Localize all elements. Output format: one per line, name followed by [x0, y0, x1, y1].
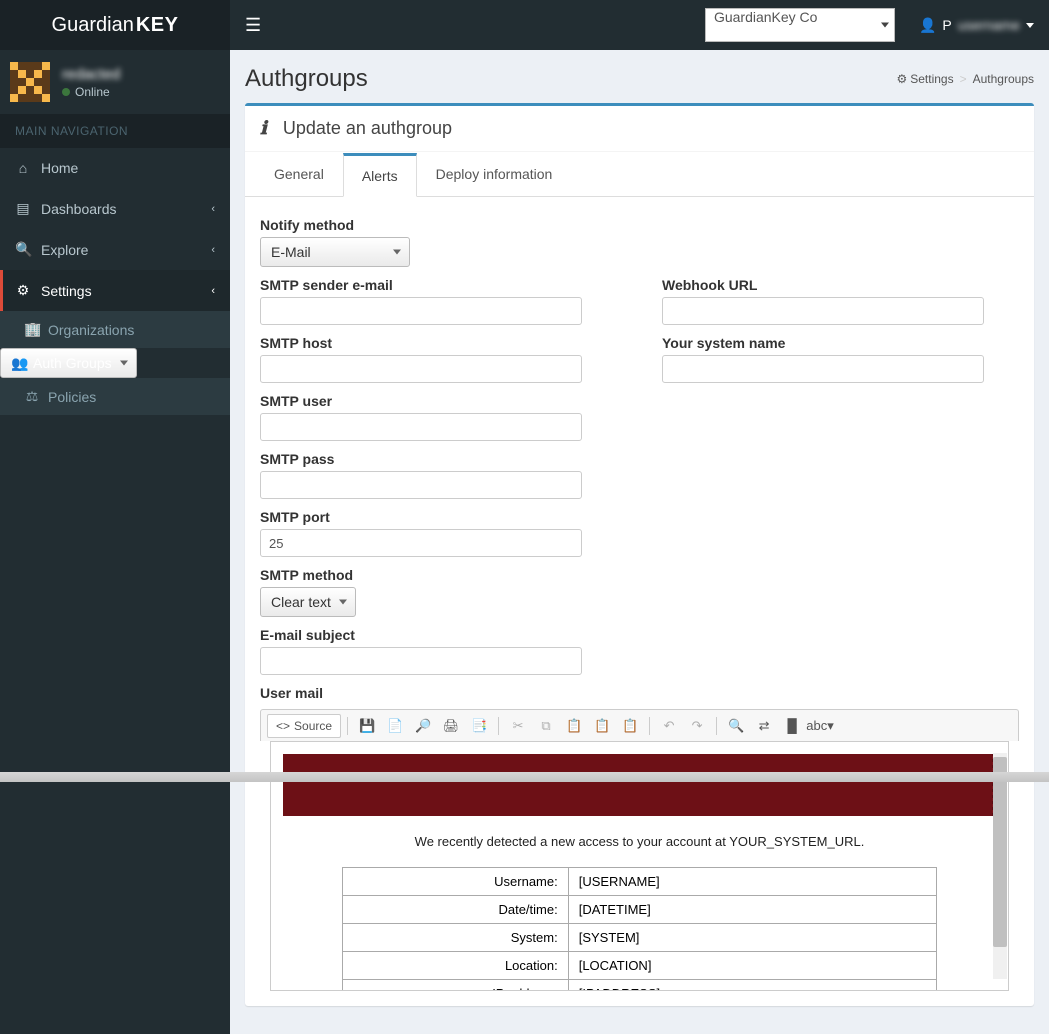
- templates-icon[interactable]: 📑: [466, 714, 492, 738]
- table-row: Location:[LOCATION]: [343, 952, 937, 980]
- save-icon[interactable]: 💾: [354, 714, 380, 738]
- sidebar-toggle-icon[interactable]: ☰: [245, 15, 261, 36]
- sidebar-subitem-authgroups[interactable]: 👥Auth Groups: [0, 348, 137, 378]
- email-subject-input[interactable]: [260, 647, 582, 675]
- page-title: Authgroups: [245, 65, 368, 93]
- tab-deploy[interactable]: Deploy information: [417, 153, 572, 197]
- user-icon: 👤: [919, 17, 936, 34]
- chevron-left-icon: ‹: [211, 285, 215, 297]
- user-mail-label: User mail: [260, 685, 1019, 701]
- smtp-user-input[interactable]: [260, 413, 582, 441]
- smtp-method-select[interactable]: Clear text: [260, 587, 356, 617]
- alert-banner: [283, 754, 996, 816]
- smtp-sender-label: SMTP sender e-mail: [260, 277, 582, 293]
- user-initial: P: [942, 17, 951, 33]
- sidebar-subitem-organizations[interactable]: 🏢Organizations: [0, 311, 230, 348]
- separator-bar: [0, 772, 1049, 782]
- redo-icon[interactable]: ↷: [684, 714, 710, 738]
- smtp-user-label: SMTP user: [260, 393, 582, 409]
- table-row: Date/time:[DATETIME]: [343, 896, 937, 924]
- tab-alerts[interactable]: Alerts: [343, 153, 417, 197]
- online-dot-icon: [62, 88, 70, 96]
- smtp-host-input[interactable]: [260, 355, 582, 383]
- brand-logo[interactable]: GuardianKEY: [0, 0, 230, 50]
- copy-icon[interactable]: ⧉: [533, 714, 559, 738]
- brand-second: KEY: [136, 14, 179, 37]
- caret-down-icon: [1026, 23, 1034, 28]
- breadcrumb-sep: >: [960, 72, 967, 86]
- chevron-left-icon: ‹: [211, 244, 215, 256]
- nav-section-header: MAIN NAVIGATION: [0, 114, 230, 148]
- tab-general[interactable]: General: [255, 153, 343, 197]
- tabs: General Alerts Deploy information: [245, 152, 1034, 197]
- system-name-input[interactable]: [662, 355, 984, 383]
- search-icon: 🔍: [15, 241, 31, 258]
- email-subject-label: E-mail subject: [260, 627, 582, 643]
- building-icon: 🏢: [24, 321, 40, 338]
- box-authgroup: Update an authgroup General Alerts Deplo…: [245, 103, 1034, 1006]
- home-icon: ⌂: [15, 160, 31, 176]
- box-header: Update an authgroup: [245, 106, 1034, 152]
- smtp-host-label: SMTP host: [260, 335, 582, 351]
- smtp-port-label: SMTP port: [260, 509, 582, 525]
- user-name-blurred: username: [958, 17, 1020, 33]
- avatar: [10, 62, 50, 102]
- editor-scrollbar[interactable]: [993, 753, 1007, 979]
- print-icon[interactable]: 🖨: [438, 714, 464, 738]
- brand-first: Guardian: [52, 14, 134, 37]
- scales-icon: ⚖: [24, 388, 40, 405]
- detect-text: We recently detected a new access to you…: [283, 834, 996, 849]
- table-row: Username:[USERNAME]: [343, 868, 937, 896]
- paste-word-icon[interactable]: 📋: [617, 714, 643, 738]
- webhook-url-label: Webhook URL: [662, 277, 984, 293]
- sidebar-item-explore[interactable]: 🔍Explore‹: [0, 229, 230, 270]
- dashboard-icon: ▤: [15, 200, 31, 217]
- table-row: System:[SYSTEM]: [343, 924, 937, 952]
- notify-method-select[interactable]: E-Mail: [260, 237, 410, 267]
- user-menu[interactable]: 👤 Pusername: [919, 17, 1034, 34]
- editor-source-button[interactable]: <>Source: [267, 714, 341, 738]
- sidebar-item-settings[interactable]: ⚙Settings‹: [0, 270, 230, 311]
- sidebar-item-dashboards[interactable]: ▤Dashboards‹: [0, 188, 230, 229]
- sidebar: redacted Online MAIN NAVIGATION ⌂Home ▤D…: [0, 50, 230, 1034]
- spellcheck-icon[interactable]: abc▾: [807, 714, 833, 738]
- smtp-port-input[interactable]: [260, 529, 582, 557]
- new-page-icon[interactable]: 📄: [382, 714, 408, 738]
- preview-icon[interactable]: 🔎: [410, 714, 436, 738]
- selectall-icon[interactable]: █: [779, 714, 805, 738]
- breadcrumb: Settings > Authgroups: [896, 72, 1034, 86]
- find-icon[interactable]: 🔍: [723, 714, 749, 738]
- users-icon: 👥: [11, 355, 27, 372]
- cut-icon[interactable]: ✂: [505, 714, 531, 738]
- undo-icon[interactable]: ↶: [656, 714, 682, 738]
- status-badge: Online: [62, 85, 120, 99]
- user-panel: redacted Online: [0, 50, 230, 114]
- code-icon: <>: [276, 719, 290, 733]
- smtp-pass-label: SMTP pass: [260, 451, 582, 467]
- breadcrumb-settings[interactable]: Settings: [896, 72, 953, 86]
- gear-icon: ⚙: [15, 282, 31, 299]
- organization-select[interactable]: GuardianKey Co: [705, 8, 895, 42]
- scrollbar-thumb[interactable]: [993, 757, 1007, 947]
- smtp-sender-input[interactable]: [260, 297, 582, 325]
- sidebar-subitem-policies[interactable]: ⚖Policies: [0, 378, 230, 415]
- sidebar-item-home[interactable]: ⌂Home: [0, 148, 230, 188]
- smtp-method-label: SMTP method: [260, 567, 582, 583]
- replace-icon[interactable]: ⇄: [751, 714, 777, 738]
- alert-info-table: Username:[USERNAME] Date/time:[DATETIME]…: [342, 867, 937, 991]
- table-row: IP address:[IPADDRESS]: [343, 980, 937, 992]
- webhook-url-input[interactable]: [662, 297, 984, 325]
- breadcrumb-current: Authgroups: [973, 72, 1034, 86]
- system-name-label: Your system name: [662, 335, 984, 351]
- info-icon: [260, 118, 273, 139]
- sidebar-username: redacted: [62, 66, 120, 83]
- paste-icon[interactable]: 📋: [561, 714, 587, 738]
- smtp-pass-input[interactable]: [260, 471, 582, 499]
- editor-toolbar: <>Source 💾 📄 🔎 🖨 📑 ✂ ⧉ 📋 📋 📋 ↶ ↷ 🔍 ⇄: [260, 709, 1019, 741]
- notify-method-label: Notify method: [260, 217, 1019, 233]
- organization-selected: GuardianKey Co: [714, 9, 818, 25]
- paste-text-icon[interactable]: 📋: [589, 714, 615, 738]
- chevron-left-icon: ‹: [211, 203, 215, 215]
